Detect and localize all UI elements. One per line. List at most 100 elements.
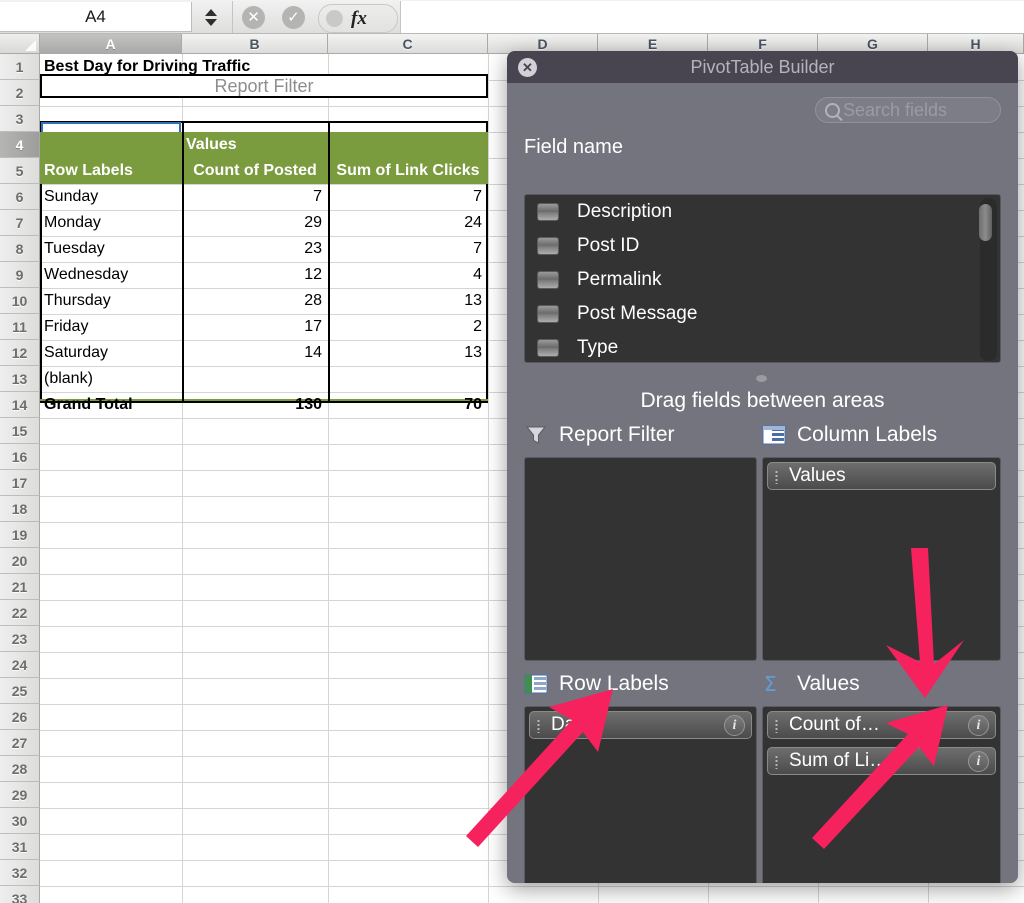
field-checkbox[interactable]	[537, 305, 559, 323]
row-header-30[interactable]: 30	[0, 808, 40, 834]
cell-count-of-posted[interactable]: 14	[182, 340, 328, 366]
row-header-7[interactable]: 7	[0, 210, 40, 236]
cell-sum-of-link-clicks[interactable]: 7	[328, 236, 488, 262]
cell-count-of-posted[interactable]: 29	[182, 210, 328, 236]
select-all-corner[interactable]	[0, 34, 40, 54]
close-circle-icon[interactable]: ✕	[518, 58, 537, 77]
cell-day-label[interactable]: Friday	[40, 314, 182, 340]
cell-sum-of-link-clicks[interactable]: 2	[328, 314, 488, 340]
column-header-a[interactable]: A	[40, 34, 182, 54]
dialog-titlebar[interactable]: ✕ PivotTable Builder	[507, 51, 1018, 83]
cell-sum-of-link-clicks[interactable]: 4	[328, 262, 488, 288]
cell-a1-title[interactable]: Best Day for Driving Traffic	[40, 54, 328, 80]
field-pill[interactable]: Count of… i	[767, 711, 996, 739]
cell-sum-of-link-clicks[interactable]: 24	[328, 210, 488, 236]
field-list-item[interactable]: Permalink	[525, 263, 1000, 297]
cell-count-of-posted[interactable]: 28	[182, 288, 328, 314]
cell-day-label[interactable]: Wednesday	[40, 262, 182, 288]
cell-day-label[interactable]: Tuesday	[40, 236, 182, 262]
row-header-10[interactable]: 10	[0, 288, 40, 314]
row-header-8[interactable]: 8	[0, 236, 40, 262]
cell-grand-total-count[interactable]: 130	[182, 392, 328, 418]
row-header-9[interactable]: 9	[0, 262, 40, 288]
row-header-1[interactable]: 1	[0, 54, 40, 80]
row-header-6[interactable]: 6	[0, 184, 40, 210]
cancel-circle-icon[interactable]: ✕	[242, 6, 265, 29]
drag-handle-icon[interactable]	[775, 717, 778, 733]
row-header-15[interactable]: 15	[0, 418, 40, 444]
cell-values-header[interactable]: Values	[182, 132, 488, 158]
row-header-13[interactable]: 13	[0, 366, 40, 392]
cell-grand-total-label[interactable]: Grand Total	[40, 392, 182, 418]
row-header-32[interactable]: 32	[0, 860, 40, 886]
row-header-19[interactable]: 19	[0, 522, 40, 548]
cell-count-of-posted[interactable]	[182, 366, 328, 392]
row-header-14[interactable]: 14	[0, 392, 40, 418]
drag-handle-icon[interactable]	[775, 468, 778, 484]
cell-sum-of-link-clicks[interactable]: 13	[328, 288, 488, 314]
cell-count-of-posted[interactable]: 7	[182, 184, 328, 210]
name-box[interactable]: A4	[0, 2, 192, 32]
row-header-24[interactable]: 24	[0, 652, 40, 678]
drag-handle-icon[interactable]	[775, 753, 778, 769]
row-header-28[interactable]: 28	[0, 756, 40, 782]
resize-grip-icon[interactable]	[756, 375, 767, 382]
row-header-3[interactable]: 3	[0, 106, 40, 132]
row-header-16[interactable]: 16	[0, 444, 40, 470]
row-header-33[interactable]: 33	[0, 886, 40, 903]
field-pill[interactable]: Values	[767, 462, 996, 490]
field-pill[interactable]: Sum of Li… i	[767, 747, 996, 775]
field-list-scrollbar[interactable]	[979, 198, 997, 361]
name-box-stepper[interactable]	[198, 4, 224, 30]
cell-row-labels-header[interactable]: Row Labels	[40, 158, 182, 184]
info-icon[interactable]: i	[968, 715, 989, 736]
row-header-22[interactable]: 22	[0, 600, 40, 626]
field-list-item[interactable]: Description	[525, 195, 1000, 229]
row-header-5[interactable]: 5	[0, 158, 40, 184]
cell-sum-of-link-clicks[interactable]: 13	[328, 340, 488, 366]
formula-input[interactable]	[401, 1, 1024, 33]
row-header-17[interactable]: 17	[0, 470, 40, 496]
cell-count-of-posted[interactable]: 23	[182, 236, 328, 262]
cell-day-label[interactable]: (blank)	[40, 366, 182, 392]
cell-day-label[interactable]: Monday	[40, 210, 182, 236]
row-header-26[interactable]: 26	[0, 704, 40, 730]
field-checkbox[interactable]	[537, 203, 559, 221]
row-header-23[interactable]: 23	[0, 626, 40, 652]
cell-day-label[interactable]: Thursday	[40, 288, 182, 314]
cell-sum-of-link-clicks-header[interactable]: Sum of Link Clicks	[328, 158, 488, 184]
cell-day-label[interactable]: Sunday	[40, 184, 182, 210]
search-fields-input[interactable]: Search fields	[815, 97, 1001, 123]
cell-a4[interactable]	[40, 132, 182, 158]
pivottable-builder-dialog[interactable]: ✕ PivotTable Builder Search fields Field…	[507, 51, 1018, 883]
row-header-31[interactable]: 31	[0, 834, 40, 860]
check-circle-icon[interactable]: ✓	[282, 6, 305, 29]
field-pill[interactable]: Day i	[529, 711, 752, 739]
field-checkbox[interactable]	[537, 271, 559, 289]
row-header-4[interactable]: 4	[0, 132, 40, 158]
cell-count-of-posted[interactable]: 17	[182, 314, 328, 340]
row-header-29[interactable]: 29	[0, 782, 40, 808]
info-icon[interactable]: i	[724, 715, 745, 736]
info-icon[interactable]: i	[968, 751, 989, 772]
field-checkbox[interactable]	[537, 339, 559, 357]
field-list-item[interactable]: Post ID	[525, 229, 1000, 263]
insert-function-button[interactable]: fx	[318, 4, 398, 33]
row-header-11[interactable]: 11	[0, 314, 40, 340]
cell-grand-total-sum[interactable]: 70	[328, 392, 488, 418]
row-header-2[interactable]: 2	[0, 80, 40, 106]
row-header-18[interactable]: 18	[0, 496, 40, 522]
row-header-12[interactable]: 12	[0, 340, 40, 366]
scrollbar-thumb[interactable]	[979, 204, 992, 241]
row-header-25[interactable]: 25	[0, 678, 40, 704]
field-list-item[interactable]: Type	[525, 331, 1000, 362]
cell-sum-of-link-clicks[interactable]: 7	[328, 184, 488, 210]
row-header-21[interactable]: 21	[0, 574, 40, 600]
field-checkbox[interactable]	[537, 237, 559, 255]
cell-count-of-posted-header[interactable]: Count of Posted	[182, 158, 328, 184]
drag-handle-icon[interactable]	[537, 717, 540, 733]
field-list-item[interactable]: Post Message	[525, 297, 1000, 331]
cell-sum-of-link-clicks[interactable]	[328, 366, 488, 392]
row-header-20[interactable]: 20	[0, 548, 40, 574]
field-list[interactable]: Type Post Message Permalink Post ID Descript…	[524, 194, 1001, 363]
